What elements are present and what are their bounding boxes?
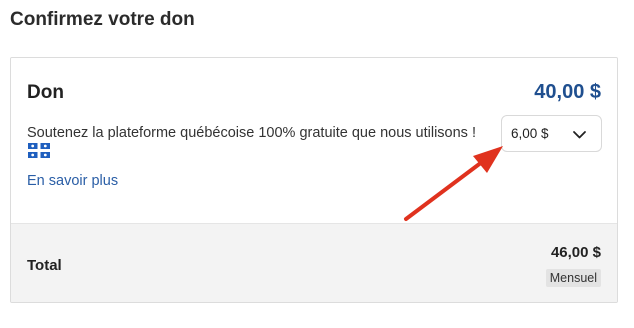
donation-description: Soutenez la plateforme québécoise 100% g…: [27, 125, 476, 141]
donation-card: Don 40,00 $ Soutenez la plateforme québé…: [10, 57, 618, 303]
total-amount: 46,00 $: [550, 244, 601, 261]
donation-amount: 40,00 $: [534, 81, 601, 103]
page-title: Confirmez votre don: [10, 9, 195, 30]
tip-amount-value: 6,00 $: [511, 126, 549, 141]
learn-more-link[interactable]: En savoir plus: [27, 173, 118, 189]
quebec-flag-icon: [28, 143, 50, 158]
frequency-badge: Mensuel: [545, 269, 601, 287]
total-label: Total: [27, 257, 62, 274]
chevron-down-icon: [573, 131, 586, 139]
donation-title: Don: [27, 82, 64, 103]
donation-section: Don 40,00 $ Soutenez la plateforme québé…: [11, 58, 617, 223]
total-section: Total 46,00 $ Mensuel: [11, 223, 617, 302]
tip-amount-select[interactable]: 6,00 $: [501, 115, 602, 152]
